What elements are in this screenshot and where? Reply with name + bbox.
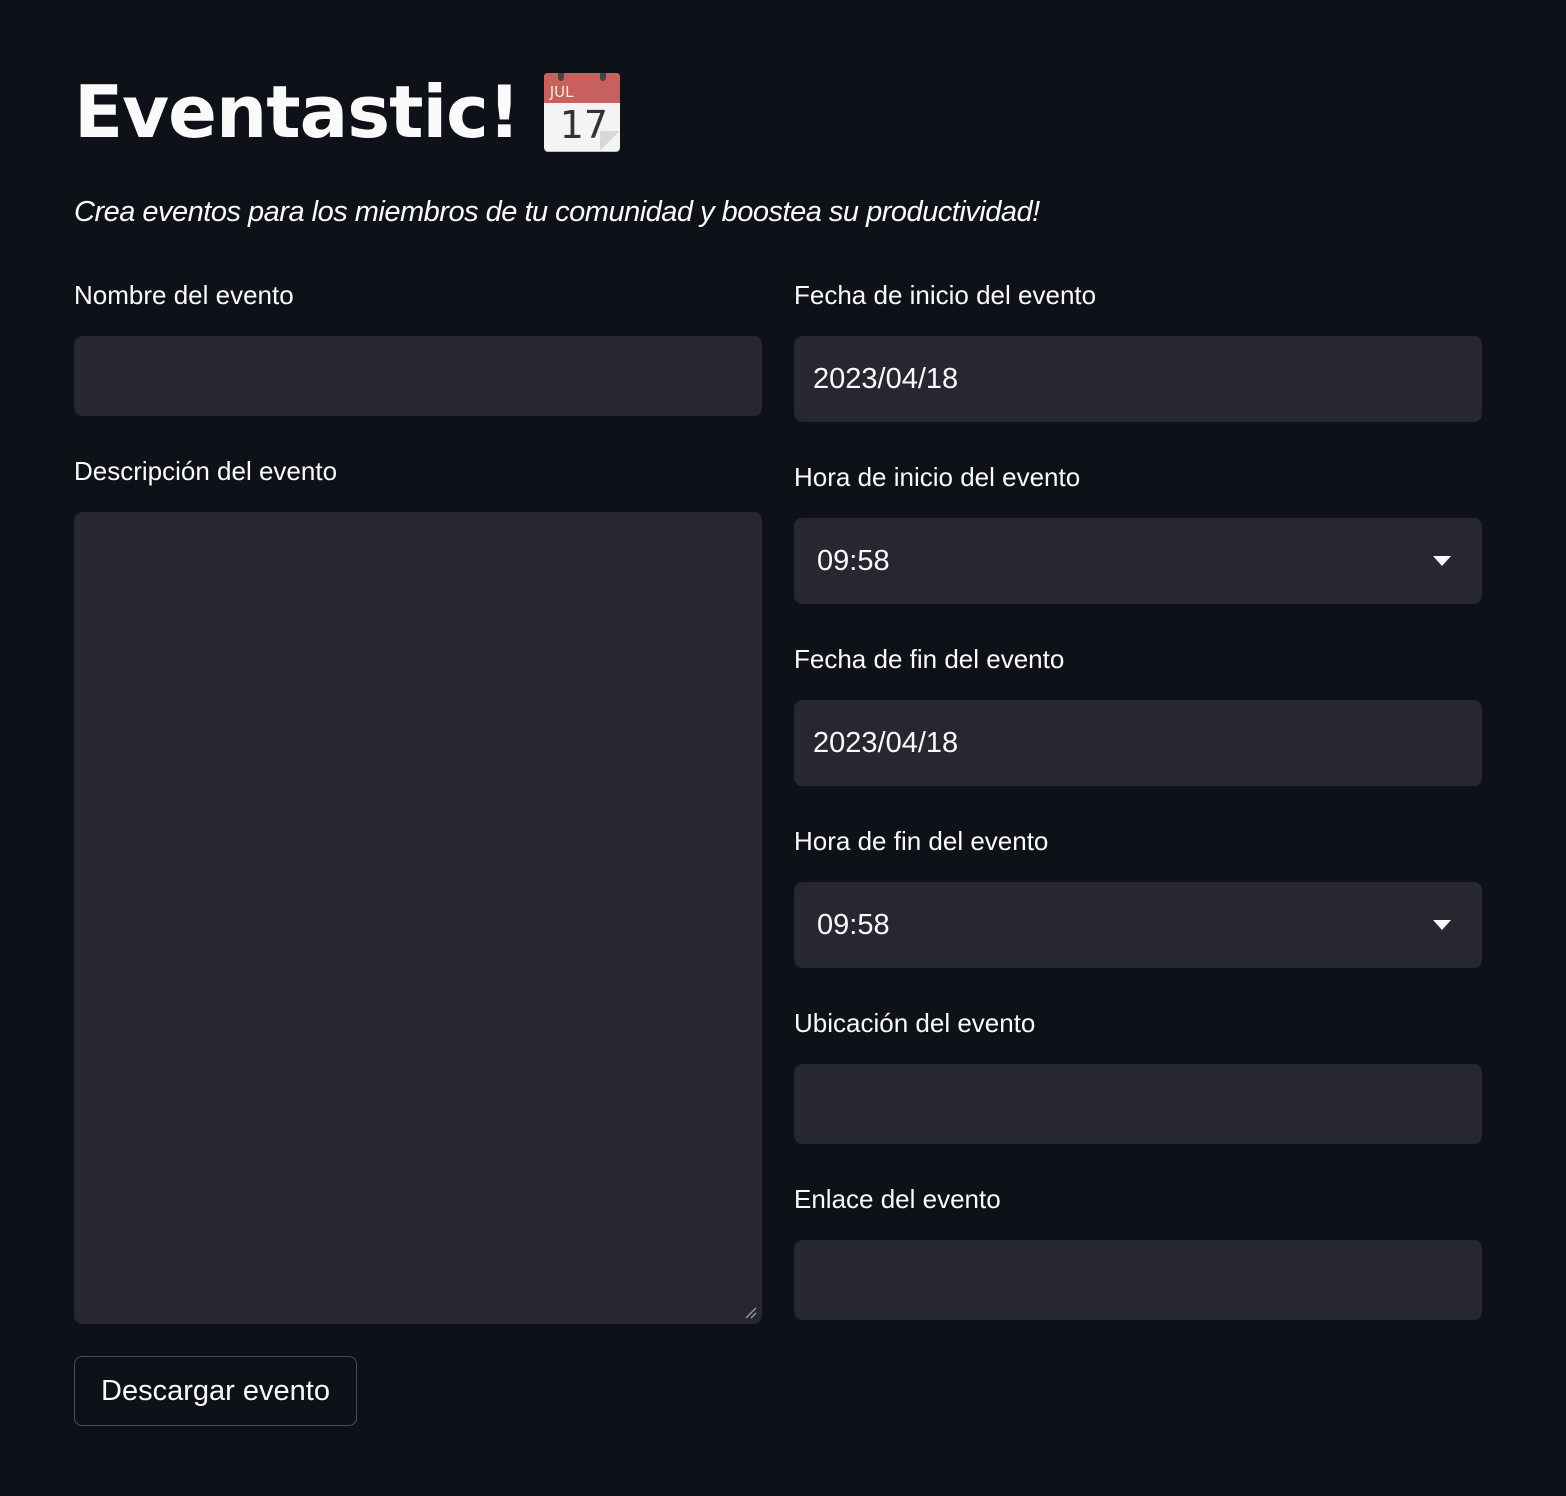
link-input[interactable] [795,1241,1481,1319]
page-title: Eventastic! JUL 17 [74,62,620,162]
end-date-input[interactable] [795,701,1481,785]
event-description-field[interactable] [74,512,762,1324]
end-date-field[interactable] [794,700,1482,786]
resize-handle-icon[interactable] [745,1307,757,1319]
start-time-select[interactable]: 09:58 [794,518,1482,604]
start-time-label: Hora de inicio del evento [794,462,1081,492]
event-name-field[interactable] [74,336,762,416]
link-field[interactable] [794,1240,1482,1320]
calendar-month: JUL [549,83,574,101]
end-time-label: Hora de fin del evento [794,826,1049,856]
end-date-label: Fecha de fin del evento [794,644,1065,674]
page-title-text: Eventastic! [74,70,521,154]
location-label: Ubicación del evento [794,1008,1036,1038]
location-field[interactable] [794,1064,1482,1144]
start-time-value: 09:58 [817,544,890,577]
start-date-label: Fecha de inicio del evento [794,280,1097,310]
event-name-input[interactable] [75,337,761,415]
event-name-label: Nombre del evento [74,280,294,310]
chevron-down-icon[interactable] [1433,920,1451,930]
start-date-field[interactable] [794,336,1482,422]
event-description-label: Descripción del evento [74,456,338,486]
start-date-input[interactable] [795,337,1481,421]
event-description-textarea[interactable] [75,513,761,1323]
download-event-button[interactable]: Descargar evento [74,1356,357,1426]
chevron-down-icon[interactable] [1433,556,1451,566]
link-label: Enlace del evento [794,1184,1001,1214]
end-time-value: 09:58 [817,908,890,941]
location-input[interactable] [795,1065,1481,1143]
calendar-icon: JUL 17 [543,73,620,151]
end-time-select[interactable]: 09:58 [794,882,1482,968]
page-subtitle: Crea eventos para los miembros de tu com… [74,196,1040,228]
